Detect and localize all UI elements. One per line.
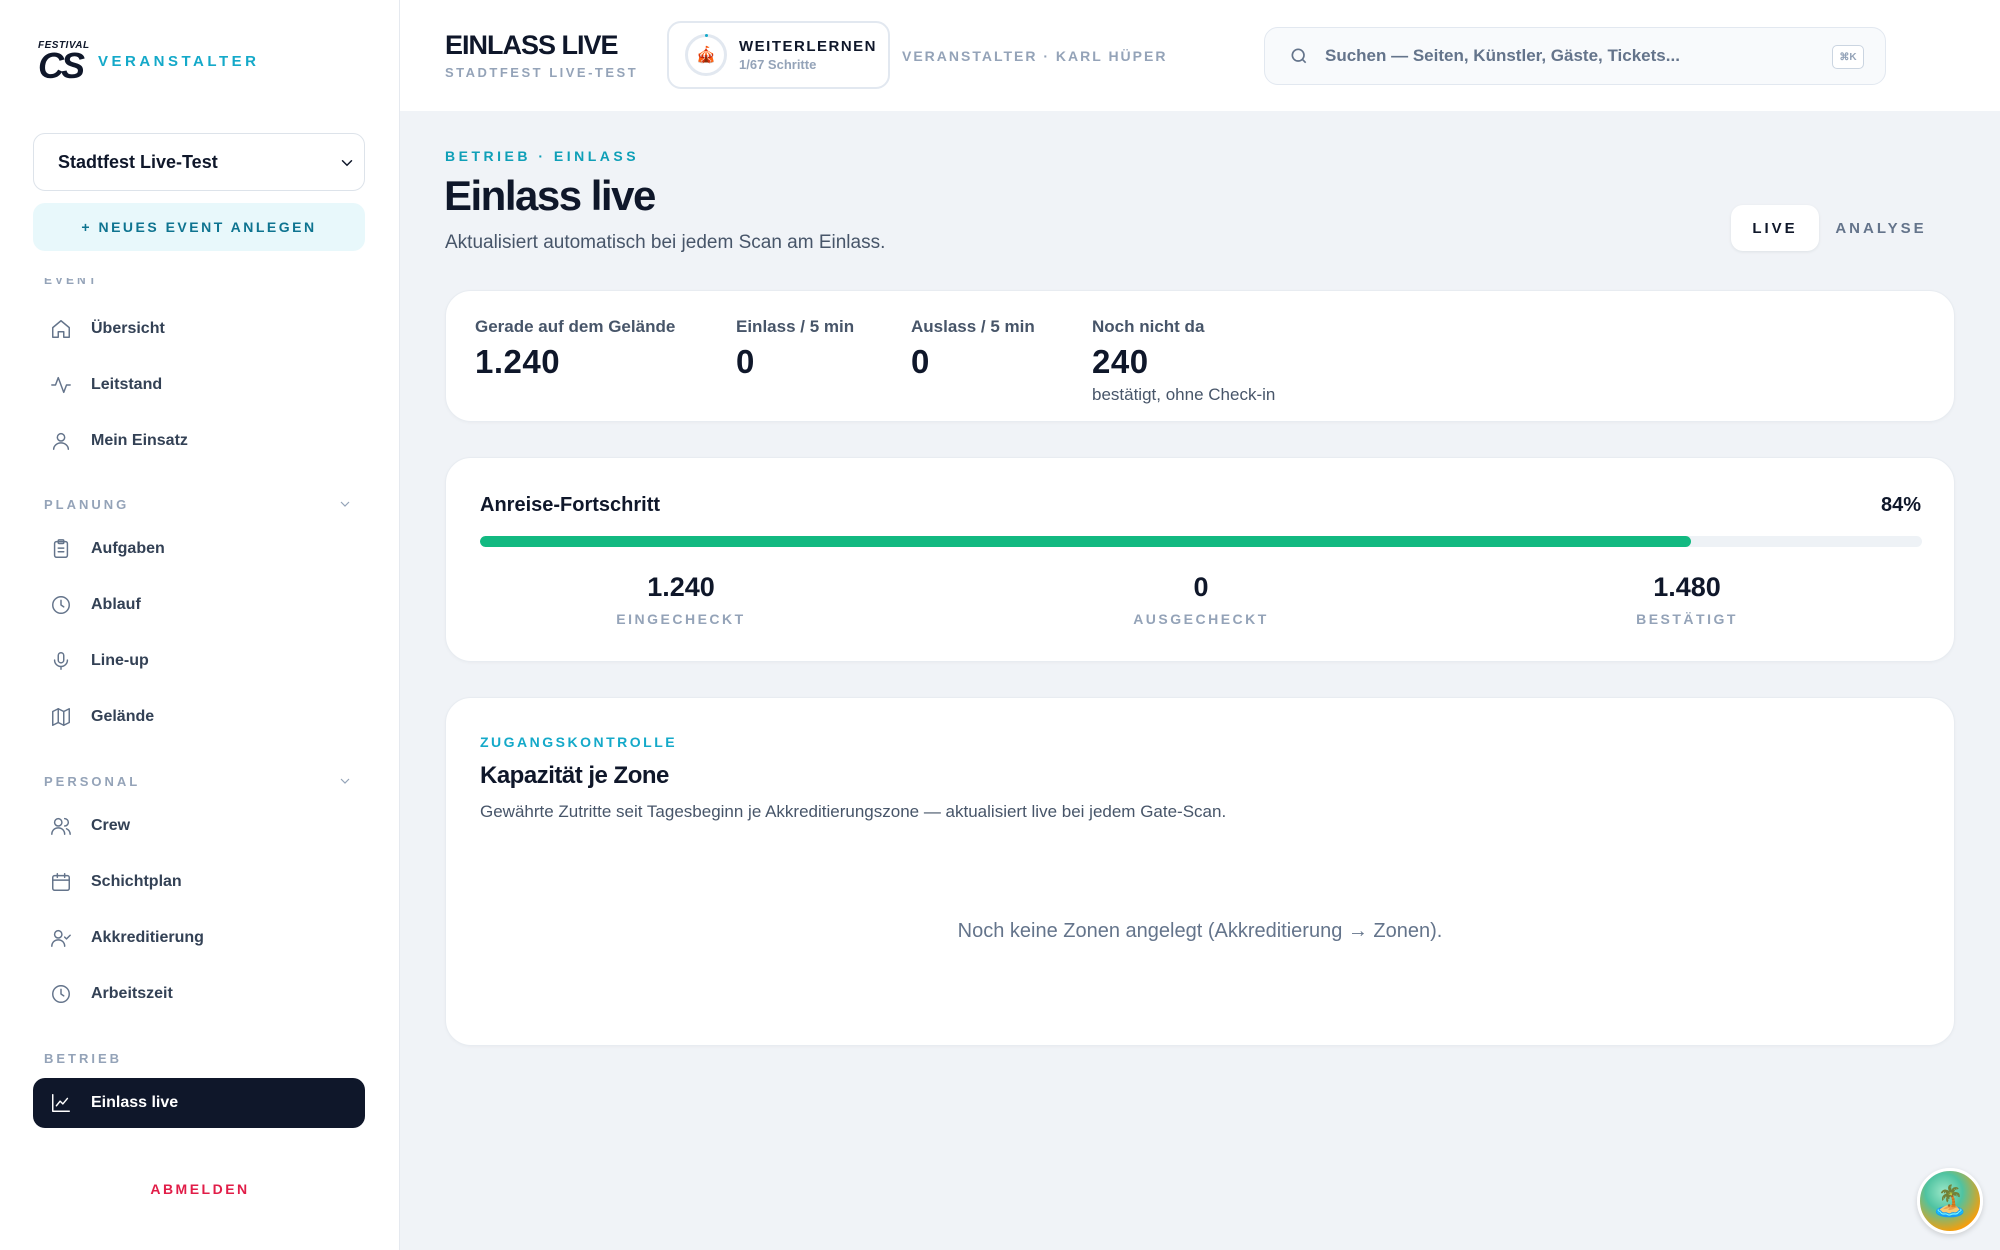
brand[interactable]: FESTIVAL CS VERANSTALTER (38, 40, 256, 86)
tab-analyse[interactable]: ANALYSE (1819, 205, 1943, 251)
progress-bar-fill (480, 536, 1692, 547)
progress-bar (480, 536, 1922, 547)
kpi-on-site: Gerade auf dem Gelände 1.240 (475, 317, 676, 380)
stat-checked-in: 1.240 EINGECHECKT (616, 572, 746, 627)
user-icon (49, 429, 73, 453)
logout-button[interactable]: ABMELDEN (0, 1181, 400, 1197)
page-subtitle: Aktualisiert automatisch bei jedem Scan … (445, 232, 886, 253)
chevron-down-icon[interactable] (337, 496, 353, 512)
progress-title: Anreise-Fortschritt (480, 494, 661, 516)
calendar-icon (49, 870, 73, 894)
map-icon (49, 705, 73, 729)
chevron-down-icon (338, 154, 356, 172)
kpi-card: Gerade auf dem Gelände 1.240 Einlass / 5… (445, 290, 1955, 422)
users-icon (49, 814, 73, 838)
kpi-exit-5min: Auslass / 5 min 0 (911, 317, 1035, 380)
progress-percent: 84% (1880, 494, 1921, 516)
view-tabs: LIVE ANALYSE (1731, 205, 1943, 251)
home-icon (49, 317, 73, 341)
search-input[interactable] (1325, 46, 1825, 66)
shortcut-hint: ⌘K (1832, 45, 1864, 69)
chart-line-icon (49, 1091, 73, 1115)
sidebar-item-aufgaben[interactable]: Aufgaben (33, 524, 365, 574)
clock-icon (49, 982, 73, 1006)
sidebar-item-crew[interactable]: Crew (33, 801, 365, 851)
sidebar-item-arbeitszeit[interactable]: Arbeitszeit (33, 969, 365, 1019)
assistant-avatar-button[interactable]: 🏝️ (1917, 1168, 1983, 1234)
chevron-down-icon[interactable] (337, 773, 353, 789)
zone-eyebrow: ZUGANGSKONTROLLE (480, 734, 678, 750)
circus-tent-icon: 🎪 (685, 34, 727, 76)
breadcrumb: BETRIEB · EINLASS (445, 148, 640, 164)
kpi-entry-5min: Einlass / 5 min 0 (736, 317, 855, 380)
kpi-not-arrived: Noch nicht da 240 bestätigt, ohne Check-… (1092, 317, 1276, 404)
microphone-icon (49, 649, 73, 673)
section-label-event: EVENT (44, 278, 100, 286)
page-title: Einlass live (444, 172, 656, 219)
clipboard-icon (49, 537, 73, 561)
zone-title: Kapazität je Zone (480, 762, 669, 789)
activity-icon (49, 373, 73, 397)
zone-empty-state: Noch keine Zonen angelegt (Akkreditierun… (957, 920, 1443, 942)
zone-capacity-card: ZUGANGSKONTROLLE Kapazität je Zone Gewäh… (445, 697, 1955, 1046)
header-user: VERANSTALTER · KARL HÜPER (902, 48, 1168, 64)
section-label-betrieb: BETRIEB (44, 1051, 123, 1066)
brand-label: VERANSTALTER (98, 53, 260, 70)
sidebar-item-uebersicht[interactable]: Übersicht (33, 304, 365, 354)
search-bar[interactable]: ⌘K (1264, 27, 1886, 85)
event-select[interactable]: Stadtfest Live-Test (33, 133, 365, 191)
search-icon (1291, 48, 1307, 64)
chevron-up-icon (342, 282, 350, 286)
sidebar-item-schichtplan[interactable]: Schichtplan (33, 857, 365, 907)
sidebar-item-einlass-live[interactable]: Einlass live (33, 1078, 365, 1128)
event-select-value: Stadtfest Live-Test (58, 151, 218, 172)
zone-description: Gewährte Zutritte seit Tagesbeginn je Ak… (480, 802, 1227, 821)
sidebar-item-leitstand[interactable]: Leitstand (33, 360, 365, 410)
tab-live[interactable]: LIVE (1731, 205, 1819, 251)
top-header: EINLASS LIVE STADTFEST LIVE-TEST 🎪 WEITE… (400, 0, 2000, 111)
sidebar: FESTIVAL CS VERANSTALTER Stadtfest Live-… (0, 0, 400, 1250)
sidebar-item-mein-einsatz[interactable]: Mein Einsatz (33, 416, 365, 466)
sidebar-item-line-up[interactable]: Line-up (33, 636, 365, 686)
header-page-title: EINLASS LIVE STADTFEST LIVE-TEST (445, 30, 639, 80)
section-label-planung: PLANUNG (44, 497, 130, 512)
new-event-button[interactable]: + NEUES EVENT ANLEGEN (33, 203, 365, 251)
sidebar-item-akkreditierung[interactable]: Akkreditierung (33, 913, 365, 963)
festival-logo: FESTIVAL CS (38, 40, 90, 86)
arrival-progress-card: Anreise-Fortschritt 84% 1.240 EINGECHECK… (445, 457, 1955, 662)
section-label-personal: PERSONAL (44, 774, 141, 789)
stat-confirmed: 1.480 BESTÄTIGT (1636, 572, 1738, 627)
stat-checked-out: 0 AUSGECHECKT (1133, 572, 1269, 627)
continue-learning-button[interactable]: 🎪 WEITERLERNEN 1/67 Schritte (667, 21, 890, 89)
user-check-icon (49, 926, 73, 950)
sidebar-item-ablauf[interactable]: Ablauf (33, 580, 365, 630)
sidebar-item-gelaende[interactable]: Gelände (33, 692, 365, 742)
clock-icon (49, 593, 73, 617)
